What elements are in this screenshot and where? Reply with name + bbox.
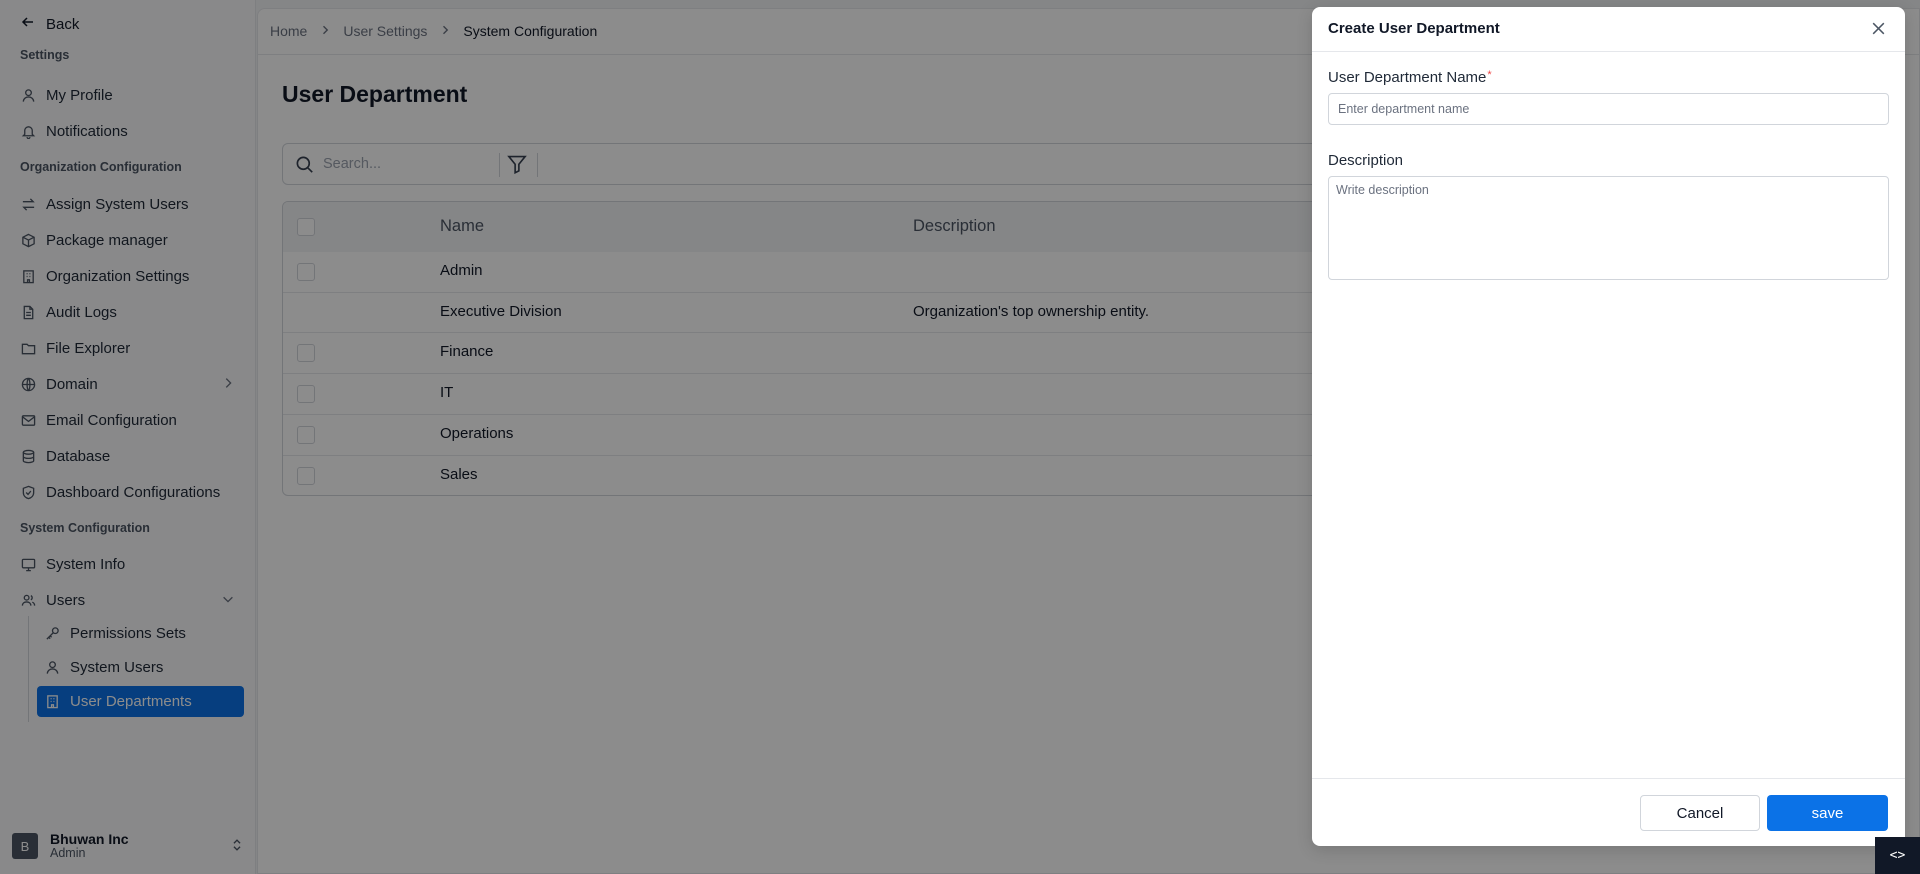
description-label: Description	[1328, 152, 1404, 169]
create-department-drawer: Create User Department User Department N…	[1312, 7, 1905, 846]
dev-tools-toggle[interactable]: <>	[1875, 837, 1920, 874]
save-button[interactable]: save	[1767, 795, 1888, 831]
required-marker: *	[1487, 69, 1492, 81]
drawer-title: Create User Department	[1328, 20, 1500, 37]
department-name-label-text: User Department Name	[1328, 69, 1487, 86]
drawer-header-divider	[1312, 51, 1905, 52]
description-textarea[interactable]	[1328, 176, 1889, 280]
cancel-button[interactable]: Cancel	[1640, 795, 1760, 831]
department-name-label: User Department Name*	[1328, 69, 1492, 86]
drawer-footer-divider	[1312, 778, 1905, 779]
close-icon[interactable]	[1870, 20, 1887, 42]
department-name-input[interactable]	[1328, 93, 1889, 125]
